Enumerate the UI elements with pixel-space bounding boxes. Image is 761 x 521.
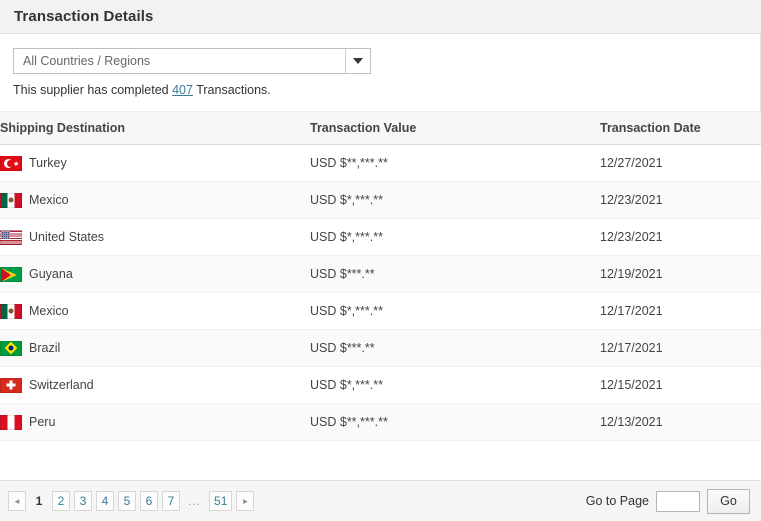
- cell-transaction-value: USD $***.**: [310, 255, 600, 293]
- cell-transaction-value: USD $**,***.**: [310, 144, 600, 182]
- cell-transaction-value: USD $**,***.**: [310, 403, 600, 441]
- cell-transaction-date: 12/13/2021: [600, 403, 761, 441]
- country-region-select[interactable]: All Countries / Regions: [13, 48, 371, 74]
- table-row[interactable]: ★ Turkey USD $**,***.** 12/27/2021: [0, 144, 761, 182]
- destination-cell-content: Mexico: [0, 303, 310, 319]
- destination-cell-content: Peru: [0, 414, 310, 430]
- table-row[interactable]: Switzerland USD $*,***.** 12/15/2021: [0, 366, 761, 404]
- cell-transaction-value: USD $*,***.**: [310, 292, 600, 330]
- column-header-transaction-date: Transaction Date: [600, 111, 761, 145]
- destination-cell-content: Guyana: [0, 266, 310, 282]
- flag-mexico-icon: [0, 303, 22, 319]
- table-row[interactable]: Peru USD $**,***.** 12/13/2021: [0, 403, 761, 441]
- table-row[interactable]: Mexico USD $*,***.** 12/23/2021: [0, 181, 761, 219]
- table-row[interactable]: Guyana USD $***.** 12/19/2021: [0, 255, 761, 293]
- transactions-table-body: ★ Turkey USD $**,***.** 12/27/2021 Mexico USD…: [0, 144, 761, 441]
- go-button[interactable]: Go: [707, 488, 750, 514]
- flag-switzerland-icon: [0, 377, 22, 393]
- pagination-page-5[interactable]: 5: [118, 491, 136, 511]
- destination-name: Guyana: [29, 267, 73, 281]
- cell-transaction-value: USD $*,***.**: [310, 218, 600, 256]
- transaction-details-panel: Transaction Details All Countries / Regi…: [0, 0, 761, 521]
- destination-name: Mexico: [29, 193, 69, 207]
- summary-suffix: Transactions.: [192, 83, 271, 97]
- destination-name: Mexico: [29, 304, 69, 318]
- table-row[interactable]: United States USD $*,***.** 12/23/2021: [0, 218, 761, 256]
- transaction-count-link[interactable]: 407: [172, 83, 193, 97]
- destination-name: Brazil: [29, 341, 61, 355]
- cell-transaction-date: 12/15/2021: [600, 366, 761, 404]
- pagination-controls: ◂ 1 2 3 4 5 6 7... 51 ▸: [8, 491, 255, 511]
- column-header-shipping-destination: Shipping Destination: [0, 111, 310, 145]
- pagination-page-last[interactable]: 51: [209, 491, 233, 511]
- page-title: Transaction Details: [14, 8, 154, 25]
- destination-cell-content: Brazil: [0, 340, 310, 356]
- destination-name: Switzerland: [29, 378, 94, 392]
- destination-name: Turkey: [29, 156, 67, 170]
- cell-transaction-date: 12/19/2021: [600, 255, 761, 293]
- pagination-next-button[interactable]: ▸: [236, 491, 255, 511]
- flag-brazil-icon: [0, 340, 22, 356]
- pagination-page-2[interactable]: 2: [52, 491, 70, 511]
- destination-name: United States: [29, 230, 105, 244]
- pagination-page-7[interactable]: 7: [162, 491, 180, 511]
- destination-cell-content: Switzerland: [0, 377, 310, 393]
- cell-transaction-value: USD $***.**: [310, 329, 600, 367]
- flag-mexico-icon: [0, 192, 22, 208]
- pagination-page-1: 1: [35, 494, 43, 508]
- table-row[interactable]: Brazil USD $***.** 12/17/2021: [0, 329, 761, 367]
- summary-prefix: This supplier has completed: [13, 83, 173, 97]
- goto-page-controls: Go to Page Go: [585, 488, 750, 514]
- pagination-prev-button[interactable]: ◂: [8, 491, 26, 511]
- cell-shipping-destination: ★ Turkey: [0, 144, 310, 182]
- destination-cell-content: ★ Turkey: [0, 155, 310, 171]
- cell-transaction-value: USD $*,***.**: [310, 181, 600, 219]
- chevron-down-icon[interactable]: [345, 49, 370, 73]
- cell-transaction-date: 12/27/2021: [600, 144, 761, 182]
- transactions-table: Shipping Destination Transaction Value T…: [0, 111, 761, 441]
- flag-united-states-icon: [0, 229, 22, 245]
- cell-shipping-destination: Switzerland: [0, 366, 310, 404]
- cell-shipping-destination: Guyana: [0, 255, 310, 293]
- country-region-selected-value: All Countries / Regions: [23, 54, 151, 68]
- pagination-ellipsis: ...: [188, 494, 202, 508]
- transaction-summary: This supplier has completed 407 Transact…: [13, 83, 748, 111]
- table-header-row: Shipping Destination Transaction Value T…: [0, 111, 761, 145]
- cell-transaction-date: 12/23/2021: [600, 218, 761, 256]
- cell-transaction-date: 12/17/2021: [600, 329, 761, 367]
- cell-shipping-destination: Mexico: [0, 181, 310, 219]
- cell-shipping-destination: Brazil: [0, 329, 310, 367]
- cell-transaction-value: USD $*,***.**: [310, 366, 600, 404]
- cell-shipping-destination: United States: [0, 218, 310, 256]
- table-row[interactable]: Mexico USD $*,***.** 12/17/2021: [0, 292, 761, 330]
- panel-titlebar: Transaction Details: [0, 0, 761, 34]
- goto-page-input[interactable]: [656, 490, 700, 512]
- flag-peru-icon: [0, 414, 22, 430]
- column-header-transaction-value: Transaction Value: [310, 111, 600, 145]
- pagination-page-4[interactable]: 4: [96, 491, 114, 511]
- pagination-page-6[interactable]: 6: [140, 491, 158, 511]
- goto-page-label: Go to Page: [585, 494, 649, 508]
- destination-cell-content: United States: [0, 229, 310, 245]
- pagination-page-3[interactable]: 3: [74, 491, 92, 511]
- flag-turkey-icon: ★: [0, 155, 22, 171]
- pagination-bar: ◂ 1 2 3 4 5 6 7... 51 ▸ Go to Page Go: [0, 480, 761, 521]
- destination-cell-content: Mexico: [0, 192, 310, 208]
- cell-shipping-destination: Peru: [0, 403, 310, 441]
- destination-name: Peru: [29, 415, 56, 429]
- cell-transaction-date: 12/17/2021: [600, 292, 761, 330]
- filter-zone: All Countries / Regions This supplier ha…: [0, 34, 761, 111]
- cell-transaction-date: 12/23/2021: [600, 181, 761, 219]
- cell-shipping-destination: Mexico: [0, 292, 310, 330]
- flag-guyana-icon: [0, 266, 22, 282]
